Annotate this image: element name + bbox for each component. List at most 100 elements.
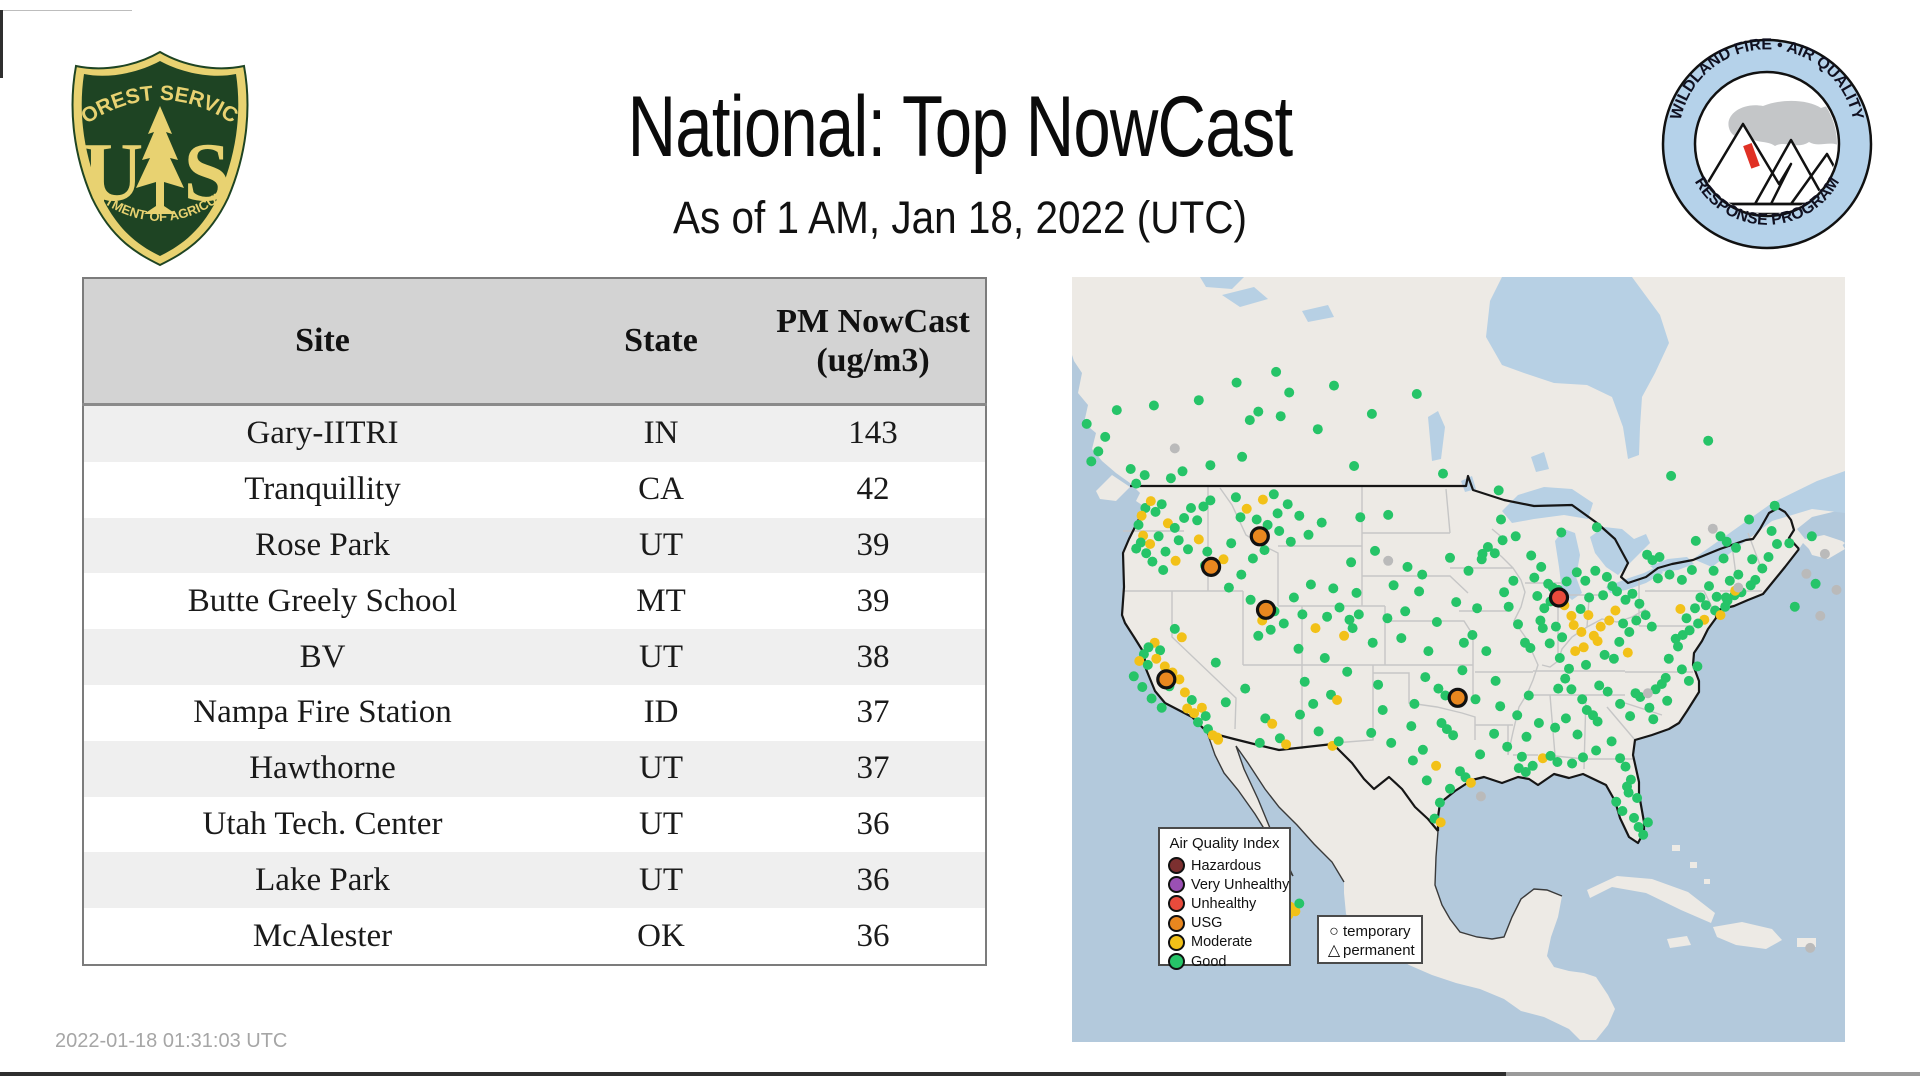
column-header-site: Site [83,278,561,405]
value-cell: 37 [761,741,986,797]
state-cell: UT [561,518,761,574]
top-hairline [0,10,132,11]
value-cell: 42 [761,462,986,518]
monitor-dot [1576,627,1586,637]
monitor-dot [1245,415,1255,425]
monitor-dot [1677,575,1687,585]
monitor-dot [1583,610,1593,620]
monitor-dot [1552,757,1562,767]
site-cell: Nampa Fire Station [83,685,561,741]
monitor-dot [1566,611,1576,621]
monitor-dot [1615,699,1625,709]
table-row: HawthorneUT37 [83,741,986,797]
value-cell: 38 [761,629,986,685]
monitor-dot [1466,778,1476,788]
monitor-dot [1236,570,1246,580]
monitor-dot [1082,419,1092,429]
monitor-dot [1237,452,1247,462]
monitor-dot [1131,544,1141,554]
monitor-dot [1423,646,1433,656]
monitor-dot [1731,543,1741,553]
aqi-swatch-icon [1168,915,1185,932]
value-cell: 36 [761,852,986,908]
monitor-dot [1579,642,1589,652]
monitor-dot [1602,572,1612,582]
monitor-dot [1396,633,1406,643]
monitor-dot [1332,695,1342,705]
monitor-dot [1692,661,1702,671]
monitor-dot [1435,798,1445,808]
monitor-dot [1577,694,1587,704]
monitor-dot [1418,745,1428,755]
aqi-legend-item: Good [1166,952,1283,971]
monitor-dot [1432,617,1442,627]
monitor-dot [1274,526,1284,536]
monitor-dot [1258,495,1268,505]
monitor-dot [1733,583,1743,593]
monitor-dot [1170,443,1180,453]
monitor-dot [1431,761,1441,771]
monitor-dot [1112,405,1122,415]
monitor-dot [1614,637,1624,647]
monitor-dot [1757,564,1767,574]
monitor-dot [1147,557,1157,567]
aqi-swatch-icon [1168,953,1185,970]
monitor-dot [1329,381,1339,391]
monitor-dot [1629,813,1639,823]
monitor-dot [1553,684,1563,694]
monitor-dot [1171,556,1181,566]
monitor-dot [1622,782,1632,792]
monitor-dot [1525,643,1535,653]
monitor-dot [1610,606,1620,616]
monitor-dot [1502,742,1512,752]
monitor-dot [1409,699,1419,709]
monitor-dot [1716,610,1726,620]
aqi-legend-label: Hazardous [1191,858,1261,874]
state-cell: ID [561,685,761,741]
monitor-dot [1631,688,1641,698]
event-marker-usg [1158,671,1175,688]
aqi-legend-label: Good [1191,954,1226,970]
monitor-dot [1145,539,1155,549]
monitor-dot [1255,738,1265,748]
aqi-swatch-icon [1168,895,1185,912]
monitor-dot [1422,775,1432,785]
monitor-dot [1621,762,1631,772]
site-cell: Lake Park [83,852,561,908]
monitor-dot [1494,485,1504,495]
monitor-dot [1194,395,1204,405]
monitor-dot [1252,515,1262,525]
monitor-dot [1304,530,1314,540]
monitor-dot [1445,553,1455,563]
monitor-dot [1476,791,1486,801]
monitor-dot [1624,627,1634,637]
monitor-dot [1612,586,1622,596]
monitor-dot [1339,631,1349,641]
monitor-dot [1499,587,1509,597]
table-header-row: Site State PM NowCast (ug/m3) [83,278,986,405]
monitor-dot [1631,616,1641,626]
monitor-dot [1221,697,1231,707]
monitor-dot [1242,504,1252,514]
state-cell: IN [561,405,761,462]
top-nowcast-table: Site State PM NowCast (ug/m3) Gary-IITRI… [82,277,987,966]
monitor-dot [1564,664,1574,674]
page-title: National: Top NowCast [211,78,1709,177]
monitor-dot [1300,677,1310,687]
monitor-dot [1445,784,1455,794]
monitor-dot [1666,471,1676,481]
monitor-dot [1355,512,1365,522]
monitor-dot [1295,710,1305,720]
monitor-dot [1598,590,1608,600]
monitor-dot [1529,573,1539,583]
monitor-dot [1596,622,1606,632]
monitor-dot [1747,554,1757,564]
table-row: Utah Tech. CenterUT36 [83,797,986,853]
monitor-dot [1279,619,1289,629]
monitor-dot [1566,684,1576,694]
site-cell: Hawthorne [83,741,561,797]
monitor-dot [1317,518,1327,528]
event-marker-usg [1203,558,1220,575]
value-cell: 39 [761,518,986,574]
monitor-dot [1126,464,1136,474]
